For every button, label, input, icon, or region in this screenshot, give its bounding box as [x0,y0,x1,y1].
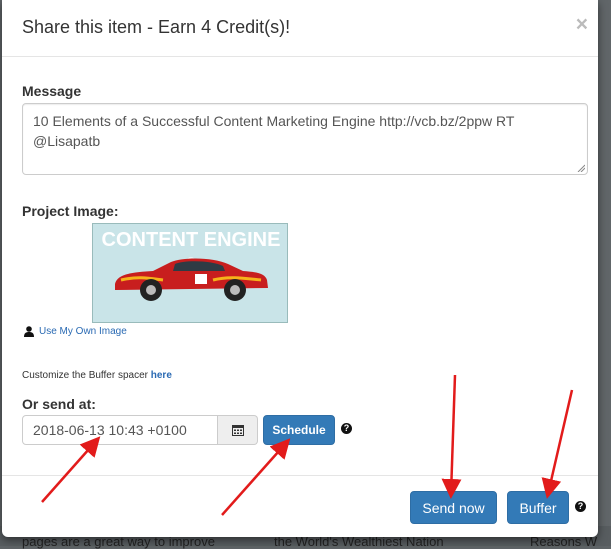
datetime-group: 2018-06-13 10:43 +0100 [22,415,258,445]
resize-handle-icon[interactable] [577,164,585,172]
send-at-label: Or send at: [22,396,96,412]
calendar-button[interactable] [218,415,258,445]
background-right-strip [598,0,611,546]
message-text: 10 Elements of a Successful Content Mark… [33,113,515,149]
datetime-input[interactable]: 2018-06-13 10:43 +0100 [22,415,218,445]
message-textarea[interactable]: 10 Elements of a Successful Content Mark… [22,103,588,175]
buffer-help-icon[interactable]: ? [575,501,586,512]
buffer-spacer-text: Customize the Buffer spacer here [22,370,172,381]
send-now-button[interactable]: Send now [410,491,497,524]
share-modal: Share this item - Earn 4 Credit(s)! × Me… [2,0,598,537]
project-image-caption: CONTENT ENGINE [102,229,281,251]
modal-header: Share this item - Earn 4 Credit(s)! × [2,0,598,57]
calendar-icon [231,425,244,436]
buffer-spacer-link[interactable]: here [151,370,172,381]
user-icon [24,326,34,337]
schedule-button[interactable]: Schedule [263,415,335,445]
buffer-spacer-label: Customize the Buffer spacer [22,370,151,381]
use-own-image-link[interactable]: Use My Own Image [24,326,127,337]
project-image-label: Project Image: [22,203,119,219]
footer-divider [2,475,598,476]
project-image: CONTENT ENGINE [92,223,288,323]
schedule-help-icon[interactable]: ? [341,423,352,434]
use-own-image-label: Use My Own Image [39,326,127,337]
buffer-button[interactable]: Buffer [507,491,569,524]
car-illustration [115,257,268,301]
modal-title: Share this item - Earn 4 Credit(s)! [22,17,291,37]
message-label: Message [22,83,82,99]
close-icon[interactable]: × [576,14,588,35]
